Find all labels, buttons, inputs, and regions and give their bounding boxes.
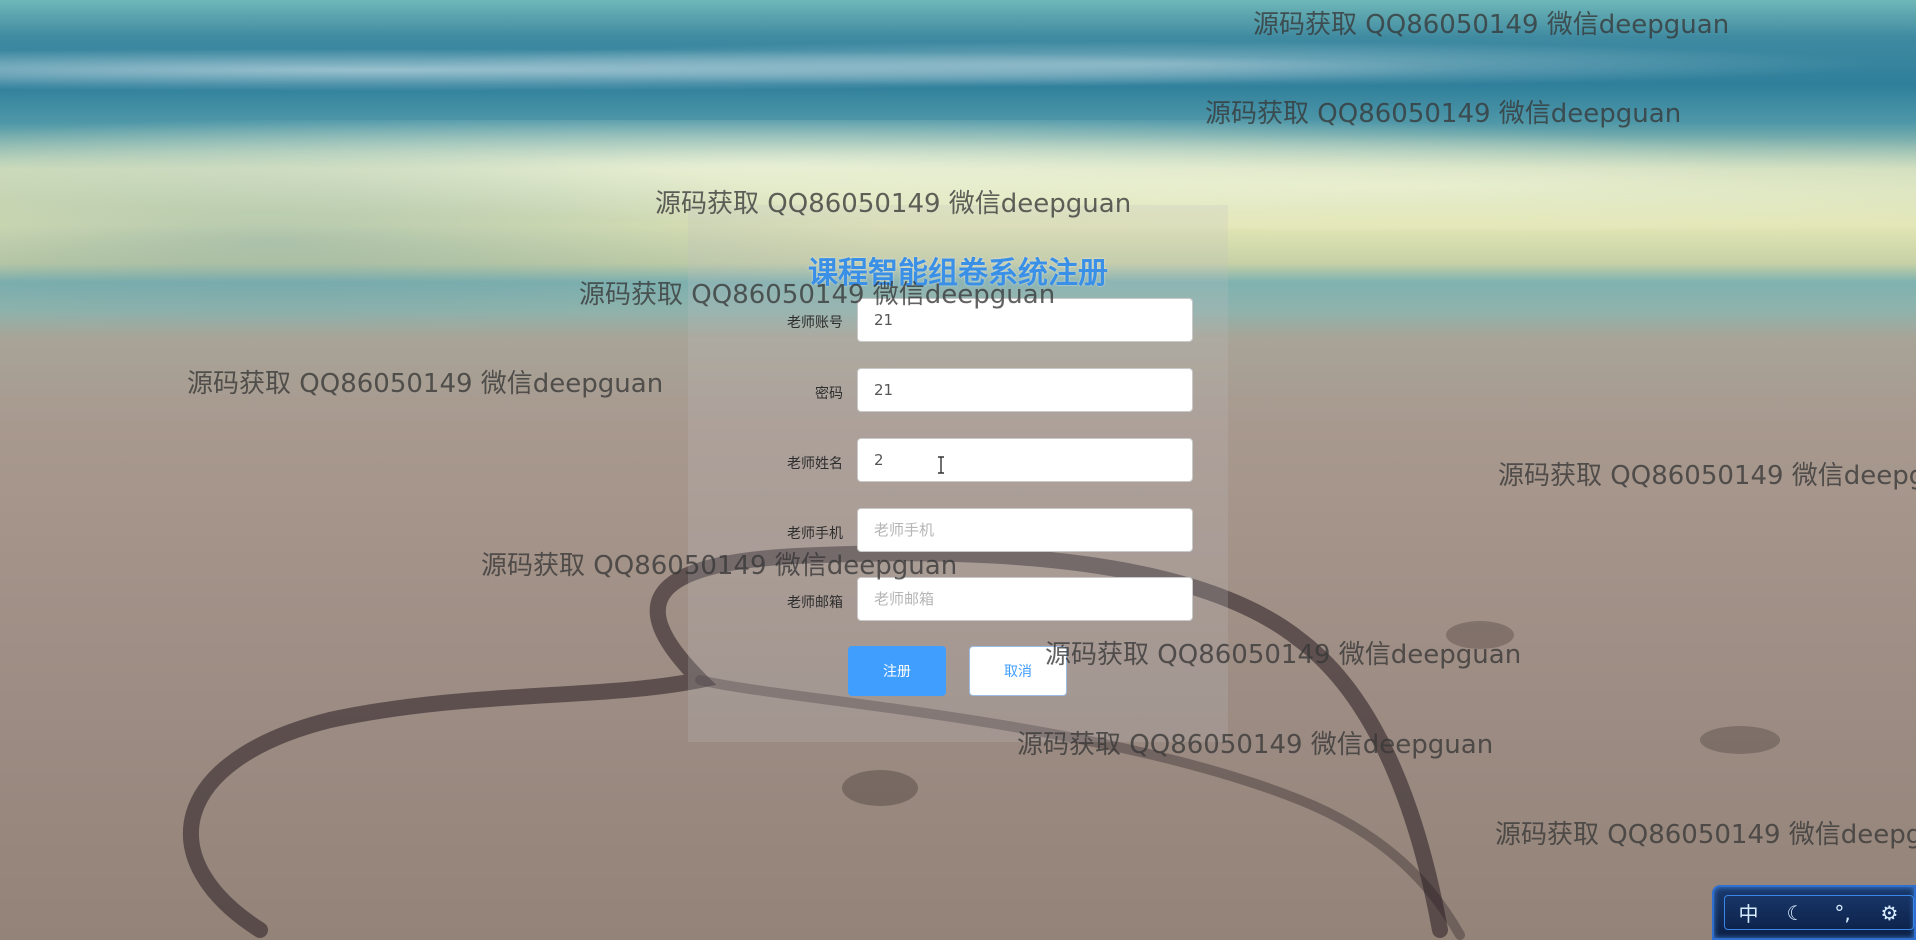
- watermark-text: 源码获取 QQ86050149 微信deepguan: [1253, 10, 1730, 40]
- watermark-text: 源码获取 QQ86050149 微信deepguan: [187, 369, 664, 399]
- register-button[interactable]: 注册: [848, 646, 946, 696]
- watermark-text: 源码获取 QQ86050149 微信deepguan: [1498, 461, 1916, 491]
- watermark-text: 源码获取 QQ86050149 微信deepguan: [579, 280, 1056, 310]
- watermark-text: 源码获取 QQ86050149 微信deepguan: [481, 551, 958, 581]
- page-background: 课程智能组卷系统注册 老师账号 密码 老师姓名 老师手机 老师邮箱 注册 取消 …: [0, 0, 1916, 940]
- moon-icon[interactable]: ☾: [1778, 901, 1814, 925]
- password-input[interactable]: [857, 368, 1193, 412]
- email-input[interactable]: [857, 577, 1193, 621]
- watermark-text: 源码获取 QQ86050149 微信deepguan: [1495, 820, 1916, 850]
- watermark-text: 源码获取 QQ86050149 微信deepguan: [655, 189, 1132, 219]
- email-label: 老师邮箱: [787, 595, 843, 611]
- ime-toolbar-inner: 中 ☾ °, ⚙: [1724, 895, 1914, 930]
- name-label: 老师姓名: [787, 456, 843, 472]
- chinese-mode-icon[interactable]: 中: [1731, 898, 1767, 927]
- password-label: 密码: [815, 386, 843, 402]
- text-cursor-icon: [938, 456, 944, 474]
- watermark-text: 源码获取 QQ86050149 微信deepguan: [1017, 730, 1494, 760]
- gear-icon[interactable]: ⚙: [1872, 901, 1908, 925]
- watermark-text: 源码获取 QQ86050149 微信deepguan: [1205, 99, 1682, 129]
- punctuation-icon[interactable]: °,: [1825, 901, 1861, 925]
- account-label: 老师账号: [787, 315, 843, 331]
- phone-label: 老师手机: [787, 526, 843, 542]
- ime-toolbar: 中 ☾ °, ⚙: [1712, 885, 1916, 940]
- name-input[interactable]: [857, 438, 1193, 482]
- watermark-text: 源码获取 QQ86050149 微信deepguan: [1045, 640, 1522, 670]
